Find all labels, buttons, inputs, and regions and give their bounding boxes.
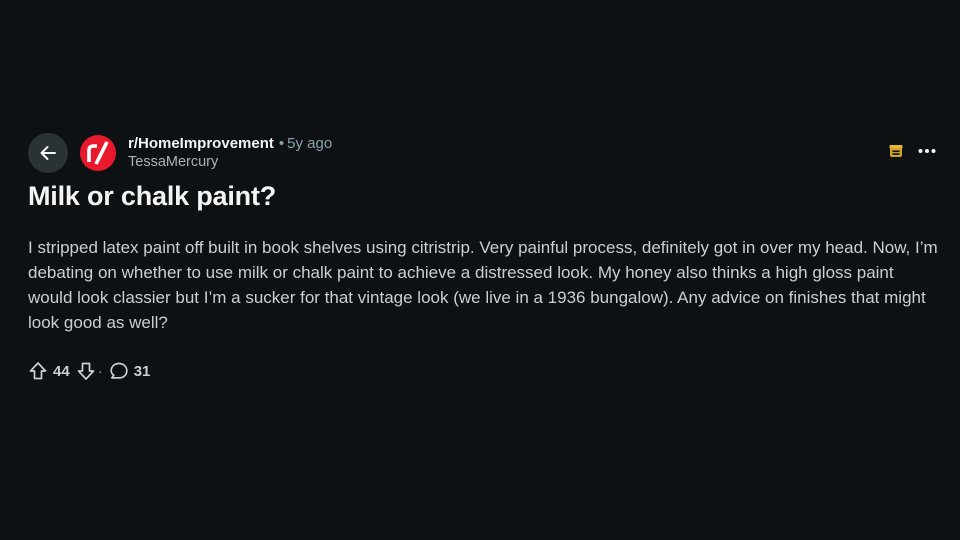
post-meta: r/HomeImprovement • 5y ago TessaMercury [128, 134, 332, 172]
award-icon [889, 145, 903, 157]
vote-count: 44 [53, 362, 70, 380]
more-horizontal-icon [918, 149, 936, 153]
more-options-button[interactable] [918, 148, 936, 154]
downvote-button[interactable] [76, 361, 96, 381]
post-actions: 44 · 31 [28, 358, 940, 384]
arrow-left-icon [40, 146, 56, 160]
post-body: I stripped latex paint off built in book… [28, 238, 938, 332]
comments-button[interactable] [109, 361, 129, 381]
author-link[interactable]: TessaMercury [128, 153, 332, 172]
post-title: Milk or chalk paint? [28, 181, 277, 211]
back-button[interactable] [28, 133, 68, 173]
subreddit-link[interactable]: r/HomeImprovement [128, 135, 274, 152]
upvote-button[interactable] [28, 361, 48, 381]
upvote-arrow-icon [29, 362, 47, 380]
comment-count[interactable]: 31 [134, 363, 151, 380]
header-tools [888, 143, 936, 159]
actions-separator: · [97, 362, 103, 380]
meta-separator: • [278, 135, 285, 152]
post-age: 5y ago [287, 135, 333, 152]
subreddit-logo [87, 141, 109, 165]
post-container: r/HomeImprovement•5y ago TessaMercury [28, 133, 940, 384]
post-header: r/HomeImprovement • 5y ago TessaMercury [28, 133, 940, 173]
comment-bubble-icon [110, 362, 128, 379]
downvote-arrow-icon [77, 362, 95, 380]
award-button[interactable] [888, 143, 904, 159]
subreddit-avatar[interactable] [80, 135, 116, 171]
